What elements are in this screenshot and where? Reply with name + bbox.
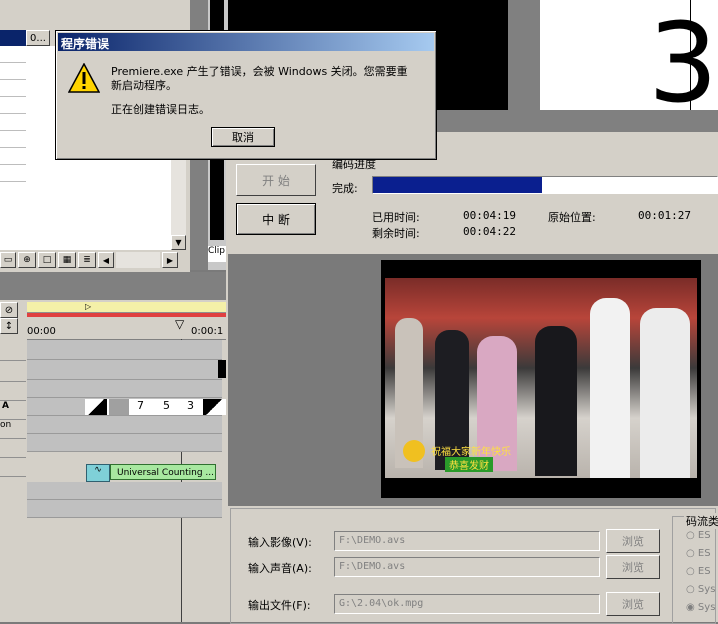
- input-audio-field[interactable]: F:\DEMO.avs: [334, 557, 600, 577]
- input-video-field[interactable]: F:\DEMO.avs: [334, 531, 600, 551]
- dialog-title: 程序错误: [61, 37, 110, 51]
- detail-view-icon[interactable]: ≣: [78, 252, 96, 268]
- timecode-start: 00:00: [27, 326, 56, 337]
- grid-view-icon[interactable]: ▦: [58, 252, 76, 268]
- stream-option[interactable]: ○ ES: [686, 566, 715, 584]
- output-file-label: 输出文件(F):: [248, 599, 311, 612]
- radio-icon[interactable]: ○: [686, 548, 695, 559]
- work-area-bar[interactable]: ▷: [27, 302, 226, 313]
- input-audio-label: 输入声音(A):: [248, 562, 312, 575]
- audio-track-1[interactable]: [27, 416, 222, 434]
- project-list[interactable]: [0, 30, 27, 250]
- encoder-window: 编码进度 开 始 中 断 完成: 49% 已用时间: 00:04:19 剩余时间…: [226, 110, 718, 624]
- elapsed-value: 00:04:19: [463, 209, 516, 222]
- clip-tab[interactable]: Clip: [208, 246, 228, 262]
- stream-option[interactable]: ○ ES: [686, 530, 715, 548]
- track-select-icon[interactable]: ↕: [0, 318, 18, 334]
- move-icon[interactable]: ⊕: [18, 252, 36, 268]
- countdown-leader: 3: [540, 0, 718, 120]
- stream-option[interactable]: ◉ Sys: [686, 602, 715, 620]
- track-label-a[interactable]: A: [0, 401, 26, 420]
- time-ruler[interactable]: 00:00 0:00:1 ▽: [27, 317, 226, 340]
- countdown-frame-7: 7: [137, 399, 144, 412]
- stream-type-options: ○ ES ○ ES ○ ES ○ Sys ◉ Sys: [686, 530, 715, 620]
- progress-fill: [373, 177, 542, 193]
- audio-track-3[interactable]: [27, 482, 222, 500]
- bin-icon[interactable]: □: [38, 252, 56, 268]
- track-end-marker: [218, 360, 226, 378]
- elapsed-label: 已用时间:: [372, 211, 420, 224]
- countdown-number: 3: [648, 0, 718, 120]
- dialog-message-line2: 新启动程序。: [111, 79, 177, 92]
- radio-icon[interactable]: ○: [686, 584, 695, 595]
- dialog-message-line3: 正在创建错误日志。: [111, 103, 210, 116]
- track-labels: A on: [0, 340, 26, 622]
- stream-type-heading: 码流类: [684, 513, 718, 529]
- timecode-end: 0:00:1: [191, 326, 224, 337]
- browse-video-button[interactable]: 浏览: [606, 529, 660, 553]
- stream-option[interactable]: ○ ES: [686, 548, 715, 566]
- video-track-1[interactable]: [27, 360, 222, 380]
- countdown-frame-3: 3: [187, 399, 194, 412]
- scroll-down-icon[interactable]: ▼: [171, 235, 186, 250]
- input-video-label: 输入影像(V):: [248, 536, 312, 549]
- playhead-icon[interactable]: ▽: [175, 317, 184, 331]
- audio-clip-waveform-icon[interactable]: ∿: [86, 464, 110, 482]
- error-dialog: 程序错误 Premiere.exe 产生了错误，会被 Windows 关闭。您需…: [55, 30, 437, 160]
- output-file-field[interactable]: G:\2.04\ok.mpg: [334, 594, 600, 614]
- complete-label: 完成:: [332, 182, 358, 195]
- audio-track-2[interactable]: [27, 434, 222, 452]
- list-view-icon[interactable]: ▭: [0, 252, 16, 268]
- scroll-right-icon[interactable]: ▶: [162, 252, 178, 268]
- list-column-header[interactable]: 0...: [26, 30, 50, 46]
- browse-audio-button[interactable]: 浏览: [606, 555, 660, 579]
- remaining-label: 剩余时间:: [372, 227, 420, 240]
- browse-output-button[interactable]: 浏览: [606, 592, 660, 616]
- track-label-on[interactable]: on: [0, 420, 26, 439]
- warning-icon: [67, 62, 101, 93]
- progress-bar: 49%: [372, 176, 718, 194]
- caption-line-1: 祝福大家新年快乐: [431, 447, 511, 458]
- cancel-button[interactable]: 取消: [211, 127, 275, 147]
- remaining-value: 00:04:22: [463, 225, 516, 238]
- audio-clip[interactable]: Universal Counting ...: [110, 464, 216, 480]
- radio-icon[interactable]: ○: [686, 530, 695, 541]
- caption-badge-icon: [403, 440, 425, 462]
- stop-button[interactable]: 中 断: [236, 203, 316, 235]
- timeline-window: ⊘ ↕ ▷ 00:00 0:00:1 ▽ A on 7 5 3 ∿ Univer…: [0, 272, 226, 622]
- scroll-left-icon[interactable]: ◀: [98, 252, 114, 268]
- countdown-frame-5: 5: [163, 399, 170, 412]
- caption-line-2: 恭喜发财: [445, 457, 493, 472]
- transition-track[interactable]: [27, 380, 222, 398]
- stream-option[interactable]: ○ Sys: [686, 584, 715, 602]
- video-track-2[interactable]: [27, 340, 222, 360]
- video-preview: 祝福大家新年快乐 恭喜发财: [381, 260, 701, 498]
- project-toolbar: ▭ ⊕ □ ▦ ≣ ◀ ▶: [0, 252, 190, 270]
- progress-text: 49%: [555, 179, 578, 190]
- countdown-clip[interactable]: 7 5 3: [85, 399, 226, 415]
- radio-icon[interactable]: ○: [686, 566, 695, 577]
- dialog-titlebar[interactable]: 程序错误: [58, 33, 434, 51]
- audio-track-4[interactable]: [27, 500, 222, 518]
- radio-selected-icon[interactable]: ◉: [686, 602, 695, 613]
- list-selected-row[interactable]: [0, 30, 26, 46]
- start-button[interactable]: 开 始: [236, 164, 316, 196]
- source-position-value: 00:01:27: [638, 209, 691, 222]
- source-position-label: 原始位置:: [548, 211, 596, 224]
- razor-tool-icon[interactable]: ⊘: [0, 302, 18, 318]
